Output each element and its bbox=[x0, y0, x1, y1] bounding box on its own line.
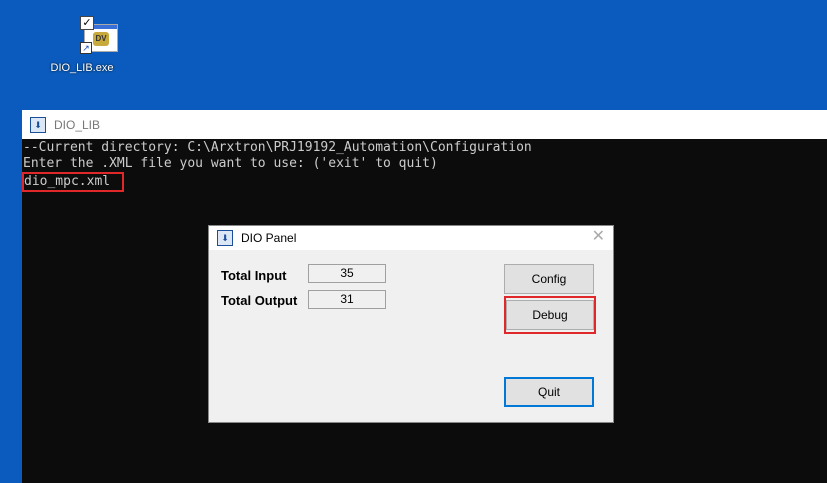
shortcut-arrow-icon: ↗ bbox=[80, 42, 92, 54]
console-output: --Current directory: C:\Arxtron\PRJ19192… bbox=[22, 139, 827, 192]
dio-panel-dialog[interactable]: ⬇ DIO Panel ✕ Total Input 35 Total Outpu… bbox=[208, 225, 614, 423]
dialog-app-icon: ⬇ bbox=[217, 230, 233, 246]
total-input-label: Total Input bbox=[221, 268, 287, 283]
desktop-icon-dio-lib[interactable]: DV ✓ ↗ DIO_LIB.exe bbox=[44, 14, 120, 74]
dialog-titlebar[interactable]: ⬇ DIO Panel ✕ bbox=[209, 226, 613, 250]
console-title: DIO_LIB bbox=[54, 117, 101, 132]
quit-button[interactable]: Quit bbox=[504, 377, 594, 407]
console-line-directory: --Current directory: C:\Arxtron\PRJ19192… bbox=[23, 140, 532, 155]
exe-file-icon: DV ✓ ↗ bbox=[62, 14, 118, 54]
console-app-icon: ⬇ bbox=[30, 116, 46, 133]
dialog-title: DIO Panel bbox=[241, 231, 297, 245]
debug-button[interactable]: Debug bbox=[506, 300, 594, 330]
close-icon[interactable]: ✕ bbox=[592, 229, 605, 245]
total-input-field[interactable]: 35 bbox=[308, 264, 386, 283]
config-button[interactable]: Config bbox=[504, 264, 594, 294]
console-line-prompt: Enter the .XML file you want to use: ('e… bbox=[23, 156, 438, 171]
console-typed-input[interactable]: dio_mpc.xml bbox=[22, 172, 125, 192]
total-output-field[interactable]: 31 bbox=[308, 290, 386, 309]
selection-checkbox-icon[interactable]: ✓ bbox=[80, 16, 94, 30]
console-titlebar[interactable]: ⬇ DIO_LIB bbox=[22, 110, 827, 139]
desktop-icon-label: DIO_LIB.exe bbox=[50, 62, 114, 74]
total-output-label: Total Output bbox=[221, 293, 298, 308]
